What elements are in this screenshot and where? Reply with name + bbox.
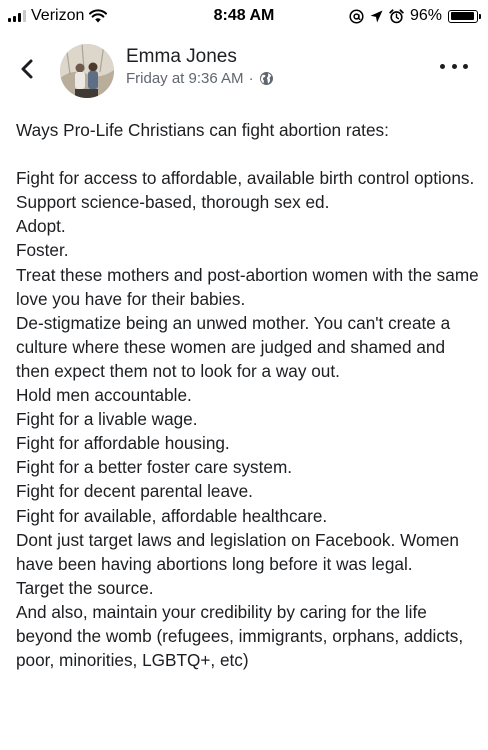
post-line: Hold men accountable. xyxy=(16,385,192,406)
post-header: Emma Jones Friday at 9:36 AM · xyxy=(0,36,488,102)
post-line: De-stigmatize being an unwed mother. You… xyxy=(16,312,451,381)
post-line: Support science-based, thorough sex ed. xyxy=(16,192,330,213)
avatar-photo xyxy=(60,44,114,98)
post-line: Adopt. xyxy=(16,216,66,237)
status-bar: Verizon 8:48 AM 96% xyxy=(0,0,488,36)
chevron-left-icon[interactable] xyxy=(16,58,38,80)
alarm-clock-icon xyxy=(389,8,404,23)
post-line: Fight for access to affordable, availabl… xyxy=(16,168,475,189)
avatar[interactable] xyxy=(60,44,114,98)
battery-icon xyxy=(448,9,481,23)
status-right: 96% xyxy=(349,7,481,25)
post-timestamp[interactable]: Friday at 9:36 AM xyxy=(126,70,244,87)
battery-fill xyxy=(450,12,474,20)
post-meta: Friday at 9:36 AM · xyxy=(126,70,274,87)
post-line: Dont just target laws and legislation on… xyxy=(16,529,459,574)
battery-percent: 96% xyxy=(409,7,442,24)
post-line: Fight for affordable housing. xyxy=(16,433,230,454)
post-line: Fight for a livable wage. xyxy=(16,409,198,430)
post-line: Fight for available, affordable healthca… xyxy=(16,505,328,526)
meta-separator: · xyxy=(248,70,254,87)
location-arrow-icon xyxy=(370,10,383,22)
post-line: Target the source. xyxy=(16,577,154,598)
post-line: Fight for decent parental leave. xyxy=(16,481,253,502)
globe-icon xyxy=(259,72,273,85)
post-line: Ways Pro-Life Christians can fight abort… xyxy=(16,120,389,140)
post-line: Fight for a better foster care system. xyxy=(16,457,293,478)
post-line: Foster. xyxy=(16,240,69,261)
at-sign-icon xyxy=(349,8,364,24)
more-dots-icon[interactable] xyxy=(440,56,468,76)
post-body: Ways Pro-Life Christians can fight abort… xyxy=(16,118,480,672)
post-line-blank xyxy=(16,142,480,166)
post-line: And also, maintain your credibility by c… xyxy=(16,601,464,671)
post-line: Treat these mothers and post-abortion wo… xyxy=(16,264,479,309)
author-name[interactable]: Emma Jones xyxy=(126,46,237,68)
